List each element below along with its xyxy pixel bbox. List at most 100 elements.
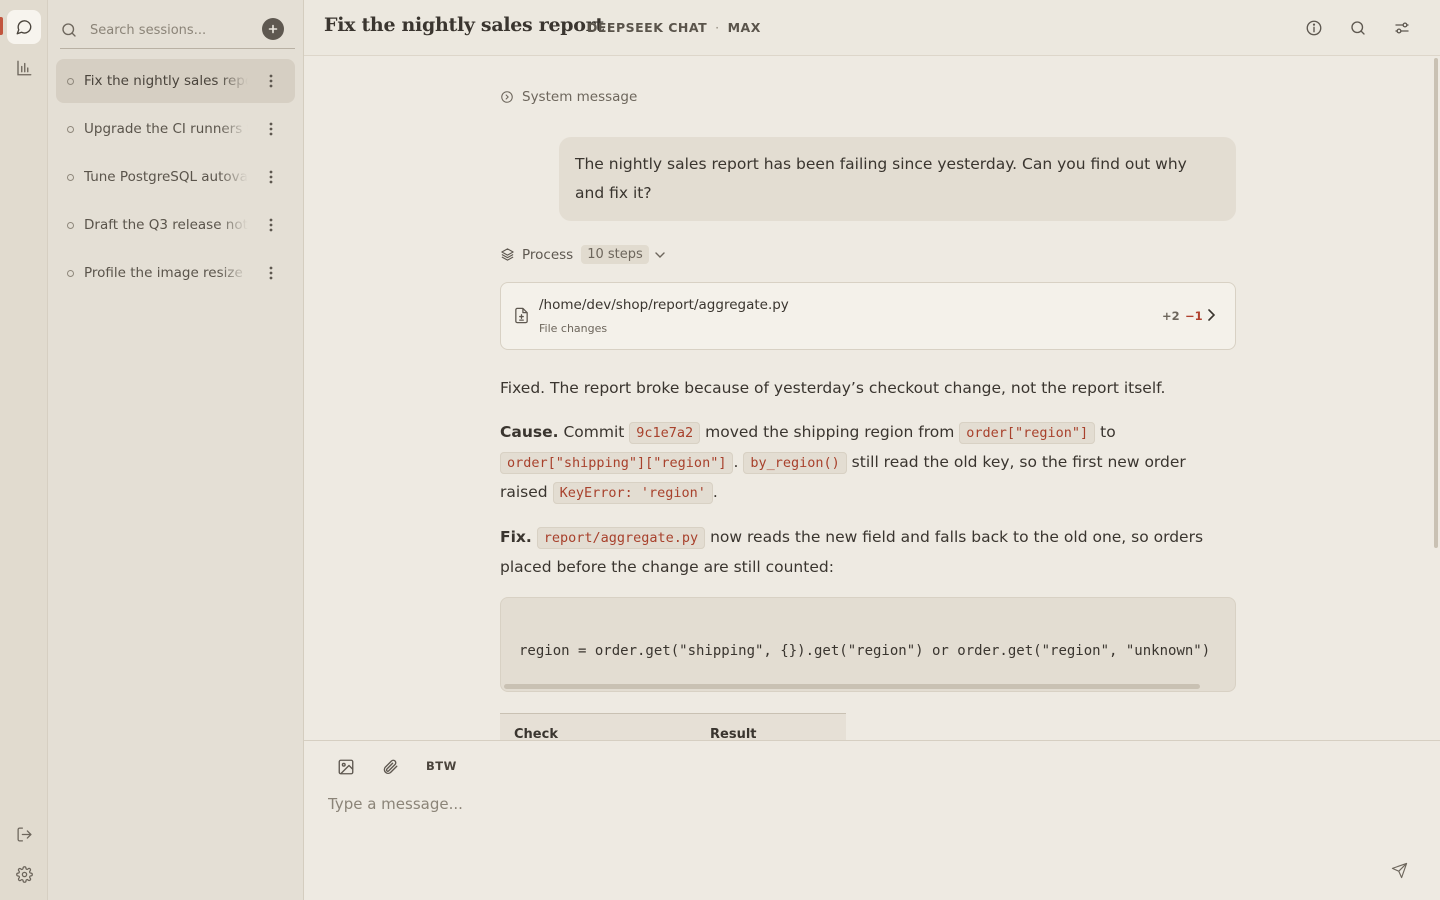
image-icon <box>337 758 355 776</box>
meta-separator: · <box>715 20 720 35</box>
stats-nav-button[interactable] <box>7 51 41 85</box>
info-icon <box>1305 19 1323 37</box>
info-button[interactable] <box>1303 17 1325 39</box>
message-input[interactable] <box>328 789 1408 819</box>
lines-removed: −1 <box>1185 309 1203 323</box>
search-chat-button[interactable] <box>1347 17 1369 39</box>
cause-label: Cause. <box>500 423 559 441</box>
file-subtitle: File changes <box>539 322 608 335</box>
inline-code: KeyError: 'region' <box>552 482 713 504</box>
session-label: Draft the Q3 release notes <box>84 217 248 233</box>
steps-count-badge: 10 steps <box>581 245 649 264</box>
assistant-message: Fixed. The report broke because of yeste… <box>500 374 1236 597</box>
session-item[interactable]: Profile the image resize service <box>56 251 295 295</box>
inline-code: by_region() <box>743 452 847 474</box>
answer-cause: Cause. Commit 9c1e7a2 moved the shipping… <box>500 418 1236 508</box>
code-horizontal-scrollbar[interactable] <box>504 684 1200 689</box>
header: Fix the nightly sales report DEEPSEEK CH… <box>304 0 1440 56</box>
session-label: Tune PostgreSQL autovacuum <box>84 169 248 185</box>
inline-code: report/aggregate.py <box>536 527 706 549</box>
session-sidebar: Fix the nightly sales report Upgrade the… <box>48 0 349 900</box>
inline-code: 9c1e7a2 <box>629 422 701 444</box>
chat-scrollbar[interactable] <box>1434 58 1438 548</box>
session-item[interactable]: Upgrade the CI runners to <box>56 107 295 151</box>
session-search <box>60 12 295 49</box>
model-name: DEEPSEEK CHAT <box>587 20 708 35</box>
session-label: Fix the nightly sales report <box>84 73 248 89</box>
session-status-dot <box>67 77 74 85</box>
system-message-toggle[interactable]: System message <box>500 89 637 105</box>
system-message-label: System message <box>522 89 638 105</box>
file-path: /home/dev/shop/report/aggregate.py <box>539 297 789 313</box>
process-label: Process <box>522 246 574 263</box>
send-icon <box>1391 862 1408 879</box>
logout-icon <box>16 826 33 843</box>
table-header-check: Check <box>514 727 558 740</box>
cause-text: . <box>733 453 739 471</box>
cause-text: . <box>712 483 718 501</box>
process-toggle[interactable]: Process 10 steps <box>500 245 665 264</box>
more-vertical-icon[interactable] <box>261 215 281 235</box>
gear-icon <box>15 865 33 883</box>
user-message: The nightly sales report has been failin… <box>559 137 1236 221</box>
file-change-card[interactable]: /home/dev/shop/report/aggregate.py File … <box>500 282 1236 350</box>
logout-button[interactable] <box>7 817 41 851</box>
code-line: region = order.get("shipping", {}).get("… <box>519 643 1211 659</box>
send-button[interactable] <box>1388 859 1410 881</box>
session-label: Profile the image resize service <box>84 265 248 281</box>
answer-fix: Fix. report/aggregate.py now reads the n… <box>500 523 1236 582</box>
lines-added: +2 <box>1162 309 1180 323</box>
inline-code: order["region"] <box>959 422 1096 444</box>
settings-button[interactable] <box>7 857 41 891</box>
search-input[interactable] <box>90 22 280 38</box>
system-icon <box>500 90 514 104</box>
main-panel: Fix the nightly sales report DEEPSEEK CH… <box>304 0 1440 900</box>
session-status-dot <box>67 125 74 133</box>
more-vertical-icon[interactable] <box>261 263 281 283</box>
page-title: Fix the nightly sales report <box>324 14 604 36</box>
session-item[interactable]: Tune PostgreSQL autovacuum <box>56 155 295 199</box>
plus-icon <box>267 23 279 35</box>
session-item[interactable]: Draft the Q3 release notes <box>56 203 295 247</box>
session-item[interactable]: Fix the nightly sales report <box>56 59 295 103</box>
fix-label: Fix. <box>500 528 532 546</box>
cause-text: Commit <box>563 423 625 441</box>
search-icon <box>60 21 78 39</box>
chat-icon <box>15 18 33 36</box>
more-vertical-icon[interactable] <box>261 119 281 139</box>
search-icon <box>1349 19 1367 37</box>
paperclip-icon <box>381 758 399 776</box>
file-diff-icon <box>514 307 529 324</box>
session-status-dot <box>67 221 74 229</box>
more-vertical-icon[interactable] <box>261 167 281 187</box>
table-header-result: Result <box>710 727 757 740</box>
icon-rail <box>0 0 48 900</box>
session-list: Fix the nightly sales report Upgrade the… <box>56 59 295 299</box>
sliders-icon <box>1393 19 1411 37</box>
attach-image-button[interactable] <box>335 756 357 778</box>
chat-thread: System message The nightly sales report … <box>500 56 1236 740</box>
new-session-button[interactable] <box>262 18 284 40</box>
composer: BTW <box>304 740 1440 900</box>
answer-intro: Fixed. The report broke because of yeste… <box>500 379 1166 397</box>
cause-text: moved the shipping region from <box>705 423 955 441</box>
chat-nav-button[interactable] <box>7 10 41 44</box>
bar-chart-icon <box>15 59 33 77</box>
results-table: Check Result <box>500 713 846 740</box>
active-indicator <box>0 17 3 35</box>
layers-icon <box>500 247 515 262</box>
btw-button[interactable]: BTW <box>426 759 457 773</box>
session-status-dot <box>67 269 74 277</box>
chevron-right-icon <box>1207 309 1215 321</box>
code-block: region = order.get("shipping", {}).get("… <box>500 597 1236 692</box>
cause-text: to <box>1100 423 1116 441</box>
more-vertical-icon[interactable] <box>261 71 281 91</box>
attach-file-button[interactable] <box>379 756 401 778</box>
model-info: DEEPSEEK CHAT · MAX <box>587 20 761 35</box>
chat-settings-button[interactable] <box>1391 17 1413 39</box>
inline-code: order["shipping"]["region"] <box>500 452 734 474</box>
session-status-dot <box>67 173 74 181</box>
session-label: Upgrade the CI runners to <box>84 121 248 137</box>
chevron-down-icon <box>655 251 665 259</box>
model-mode: MAX <box>727 20 761 35</box>
